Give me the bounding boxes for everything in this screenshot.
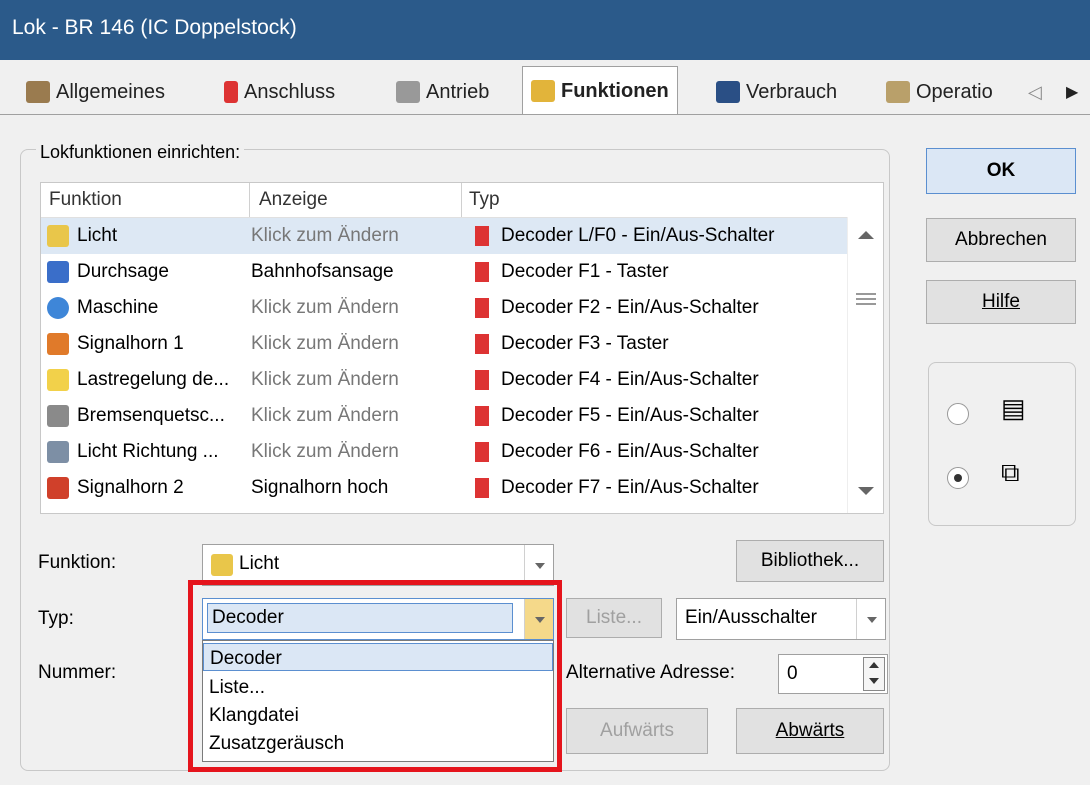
help-button[interactable]: Hilfe [926, 280, 1076, 324]
load-control-icon [47, 369, 69, 391]
house-icon [26, 81, 50, 103]
aufwaerts-button[interactable]: Aufwärts [566, 708, 708, 754]
alt-address-label: Alternative Adresse: [566, 662, 735, 683]
gear-icon [47, 297, 69, 319]
horn-icon [47, 477, 69, 499]
engine-icon [396, 81, 420, 103]
chevron-down-icon[interactable] [524, 545, 553, 585]
column-funktion[interactable]: Funktion [49, 189, 122, 211]
tab-antrieb[interactable]: Antrieb [396, 74, 489, 110]
tab-divider [0, 114, 1090, 115]
tab-anschluss[interactable]: Anschluss [224, 74, 335, 110]
plug-icon [475, 478, 489, 498]
plug-icon [475, 262, 489, 282]
column-typ[interactable]: Typ [469, 189, 500, 211]
chevron-right-icon: ▶ [1066, 84, 1079, 101]
scroll-up-icon[interactable] [858, 231, 874, 239]
group-label: Lokfunktionen einrichten: [36, 142, 245, 163]
functions-table[interactable]: Funktion Anzeige Typ Licht Klick zum Änd… [40, 182, 884, 514]
ok-button[interactable]: OK [926, 148, 1076, 194]
abwaerts-button[interactable]: Abwärts [736, 708, 884, 754]
announcer-icon [47, 261, 69, 283]
horn-icon [47, 333, 69, 355]
plug-icon [224, 81, 238, 103]
plug-icon [475, 226, 489, 246]
view-option-copy-radio[interactable] [947, 467, 969, 489]
window-title: Lok - BR 146 (IC Doppelstock) [12, 16, 297, 39]
tab-scroll-right-button[interactable]: ▶ [1066, 74, 1078, 110]
table-scrollbar[interactable] [847, 217, 883, 513]
scroll-thumb[interactable] [856, 293, 876, 295]
alt-address-stepper[interactable]: 0 [778, 654, 888, 694]
table-header: Funktion Anzeige Typ [41, 183, 883, 218]
plug-icon [475, 298, 489, 318]
table-row[interactable]: Maschine Klick zum Ändern Decoder F2 - E… [41, 290, 847, 326]
mode-combo[interactable]: Ein/Ausschalter [676, 598, 886, 640]
light-direction-icon [47, 441, 69, 463]
column-divider[interactable] [249, 183, 250, 217]
light-bulb-icon [211, 554, 233, 576]
plug-icon [475, 334, 489, 354]
typ-label: Typ: [38, 608, 74, 629]
tab-scroll-left-button[interactable]: ◁ [1028, 74, 1042, 110]
nummer-label: Nummer: [38, 662, 117, 683]
tab-allgemeines[interactable]: Allgemeines [26, 74, 165, 110]
fuel-icon [716, 81, 740, 103]
bibliothek-button[interactable]: Bibliothek... [736, 540, 884, 582]
operations-icon [886, 81, 910, 103]
table-row[interactable]: Lastregelung de... Klick zum Ändern Deco… [41, 362, 847, 398]
column-anzeige[interactable]: Anzeige [259, 189, 328, 211]
brake-icon [47, 405, 69, 427]
scroll-down-icon[interactable] [858, 487, 874, 495]
tab-verbrauch[interactable]: Verbrauch [716, 74, 837, 110]
liste-button[interactable]: Liste... [566, 598, 662, 638]
plug-icon [475, 442, 489, 462]
view-option-list-radio[interactable] [947, 403, 969, 425]
title-bar: Lok - BR 146 (IC Doppelstock) [0, 0, 1090, 60]
table-row[interactable]: Durchsage Bahnhofsansage Decoder F1 - Ta… [41, 254, 847, 290]
light-bulb-icon [47, 225, 69, 247]
table-row[interactable]: Licht Richtung ... Klick zum Ändern Deco… [41, 434, 847, 470]
table-row[interactable]: Signalhorn 1 Klick zum Ändern Decoder F3… [41, 326, 847, 362]
tab-funktionen[interactable]: Funktionen [522, 66, 678, 115]
cancel-button[interactable]: Abbrechen [926, 218, 1076, 262]
spin-buttons[interactable] [863, 657, 885, 691]
tab-operation[interactable]: Operatio [886, 74, 993, 110]
table-row[interactable]: Signalhorn 2 Signalhorn hoch Decoder F7 … [41, 470, 847, 506]
table-row[interactable]: Licht Klick zum Ändern Decoder L/F0 - Ei… [41, 218, 847, 254]
column-divider[interactable] [461, 183, 462, 217]
chevron-down-icon[interactable] [856, 599, 885, 639]
tab-bar: Allgemeines Anschluss Antrieb Funktionen… [0, 60, 1090, 128]
view-options-group: ▤ ⧉ [928, 362, 1076, 526]
chevron-left-icon: ◁ [1028, 81, 1042, 102]
plug-icon [475, 406, 489, 426]
funktion-label: Funktion: [38, 552, 117, 573]
list-view-icon: ▤ [1001, 393, 1026, 423]
plug-icon [475, 370, 489, 390]
functions-icon [531, 80, 555, 102]
copy-view-icon: ⧉ [1001, 457, 1020, 487]
table-row[interactable]: Bremsenquetsc... Klick zum Ändern Decode… [41, 398, 847, 434]
highlight-frame [188, 580, 562, 772]
